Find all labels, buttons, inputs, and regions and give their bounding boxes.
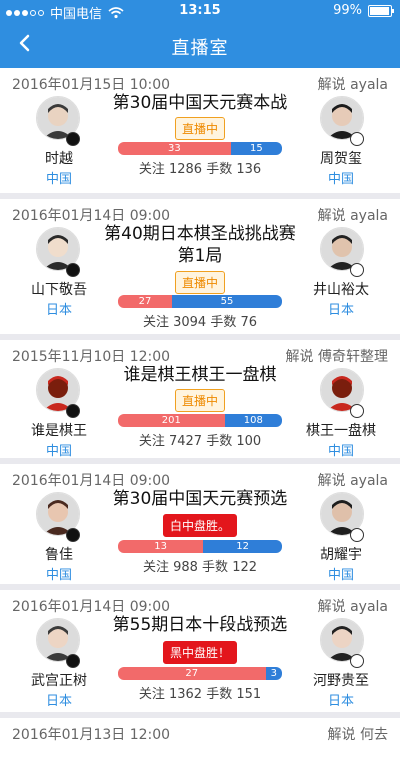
black-player-name: 鲁佳: [45, 547, 73, 563]
game-date: 2015年11月10日 12:00: [12, 349, 171, 365]
white-player-country: 日本: [327, 694, 354, 709]
game-stats: 关注 7427 手数 100: [138, 434, 262, 449]
game-commentary: 解说 ayala: [317, 77, 388, 93]
navigation-bar: 直播室: [0, 22, 400, 68]
white-player-name: 河野贵至: [313, 673, 369, 689]
white-count: 108: [224, 414, 282, 427]
game-date: 2016年01月14日 09:00: [12, 473, 171, 489]
capture-bar: 27 3: [118, 667, 282, 680]
white-player-country: 中国: [327, 568, 354, 583]
black-count: 27: [118, 667, 266, 680]
black-count: 27: [118, 295, 172, 308]
game-stats: 关注 1362 手数 151: [138, 687, 262, 702]
black-stone-icon: [66, 132, 80, 146]
white-player-name: 井山裕太: [313, 282, 369, 298]
black-count: 13: [118, 540, 204, 553]
game-card[interactable]: 2016年01月14日 09:00 解说 ayala 鲁佳 中国 胡耀宇 中国 …: [0, 464, 400, 584]
event-title: 第30届中国天元赛预选: [112, 489, 288, 509]
black-player-country: 中国: [45, 444, 72, 459]
game-list: 2016年01月15日 10:00 解说 ayala 时越 中国 周贺玺 中国 …: [0, 68, 400, 758]
white-stone-icon: [350, 404, 364, 418]
black-player-country: 中国: [45, 568, 72, 583]
capture-bar: 27 55: [118, 295, 282, 308]
black-stone-icon: [66, 263, 80, 277]
event-title: 第55期日本十段战预选: [112, 615, 288, 635]
event-title: 第40期日本棋圣战挑战赛第1局: [104, 224, 296, 266]
white-player-country: 日本: [327, 303, 354, 318]
game-meta: 2016年01月14日 09:00 解说 ayala: [12, 470, 388, 490]
battery-percent: 99%: [333, 3, 362, 18]
white-stone-icon: [350, 654, 364, 668]
game-meta: 2016年01月15日 10:00 解说 ayala: [12, 74, 388, 94]
black-player-country: 中国: [45, 172, 72, 187]
game-commentary: 解说 ayala: [317, 473, 388, 489]
white-count: 15: [230, 142, 282, 155]
black-player-country: 日本: [45, 694, 72, 709]
game-commentary: 解说 何去: [327, 727, 388, 743]
event-title: 第30届中国天元赛本战: [112, 93, 288, 113]
game-meta: 2016年01月14日 09:00 解说 ayala: [12, 596, 388, 616]
game-date: 2016年01月14日 09:00: [12, 599, 171, 615]
game-stats: 关注 988 手数 122: [142, 560, 258, 575]
game-status-badge: 直播中: [174, 389, 226, 412]
page-title: 直播室: [171, 38, 229, 59]
black-stone-icon: [66, 654, 80, 668]
game-status-badge: 直播中: [174, 271, 226, 294]
white-player-country: 中国: [327, 172, 354, 187]
black-player-country: 日本: [45, 303, 72, 318]
capture-bar: 33 15: [118, 142, 282, 155]
game-commentary: 解说 傅奇轩整理: [285, 349, 388, 365]
white-count: 55: [172, 295, 282, 308]
black-stone-icon: [66, 404, 80, 418]
white-count: 12: [203, 540, 282, 553]
black-stone-icon: [66, 528, 80, 542]
game-card[interactable]: 2016年01月14日 09:00 解说 ayala 山下敬吾 日本 井山裕太 …: [0, 199, 400, 334]
game-date: 2016年01月15日 10:00: [12, 77, 171, 93]
game-card[interactable]: 2015年11月10日 12:00 解说 傅奇轩整理 谁是棋王 中国 棋王一盘棋…: [0, 340, 400, 459]
black-player-name: 山下敬吾: [31, 282, 87, 298]
game-status-badge: 直播中: [174, 117, 226, 140]
game-card[interactable]: 2016年01月15日 10:00 解说 ayala 时越 中国 周贺玺 中国 …: [0, 68, 400, 193]
capture-bar: 13 12: [118, 540, 282, 553]
black-count: 201: [118, 414, 225, 427]
black-count: 33: [118, 142, 231, 155]
white-player-name: 周贺玺: [320, 151, 362, 167]
capture-bar: 201 108: [118, 414, 282, 427]
game-meta: 2016年01月13日 12:00 解说 何去: [12, 724, 388, 744]
game-meta: 2015年11月10日 12:00 解说 傅奇轩整理: [12, 346, 388, 366]
game-status-badge: 黑中盘胜！: [162, 641, 238, 664]
game-commentary: 解说 ayala: [317, 208, 388, 224]
game-card[interactable]: 2016年01月13日 12:00 解说 何去: [0, 718, 400, 758]
battery-icon: [368, 4, 394, 17]
black-player-name: 武宫正树: [31, 673, 87, 689]
game-stats: 关注 3094 手数 76: [142, 315, 258, 330]
white-stone-icon: [350, 528, 364, 542]
game-card[interactable]: 2016年01月14日 09:00 解说 ayala 武宫正树 日本 河野贵至 …: [0, 590, 400, 712]
white-player-country: 中国: [327, 444, 354, 459]
game-stats: 关注 1286 手数 136: [138, 162, 262, 177]
game-date: 2016年01月14日 09:00: [12, 208, 171, 224]
white-stone-icon: [350, 132, 364, 146]
black-player-name: 时越: [45, 151, 73, 167]
status-bar: 中国电信 13:15 99%: [0, 0, 400, 22]
white-stone-icon: [350, 263, 364, 277]
white-player-name: 棋王一盘棋: [306, 423, 376, 439]
game-date: 2016年01月13日 12:00: [12, 727, 171, 743]
black-player-name: 谁是棋王: [31, 423, 87, 439]
event-title: 谁是棋王棋王一盘棋: [123, 365, 277, 385]
white-player-name: 胡耀宇: [320, 547, 362, 563]
white-count: 3: [265, 667, 282, 680]
game-meta: 2016年01月14日 09:00 解说 ayala: [12, 205, 388, 225]
game-status-badge: 白中盘胜。: [162, 514, 238, 537]
game-commentary: 解说 ayala: [317, 599, 388, 615]
